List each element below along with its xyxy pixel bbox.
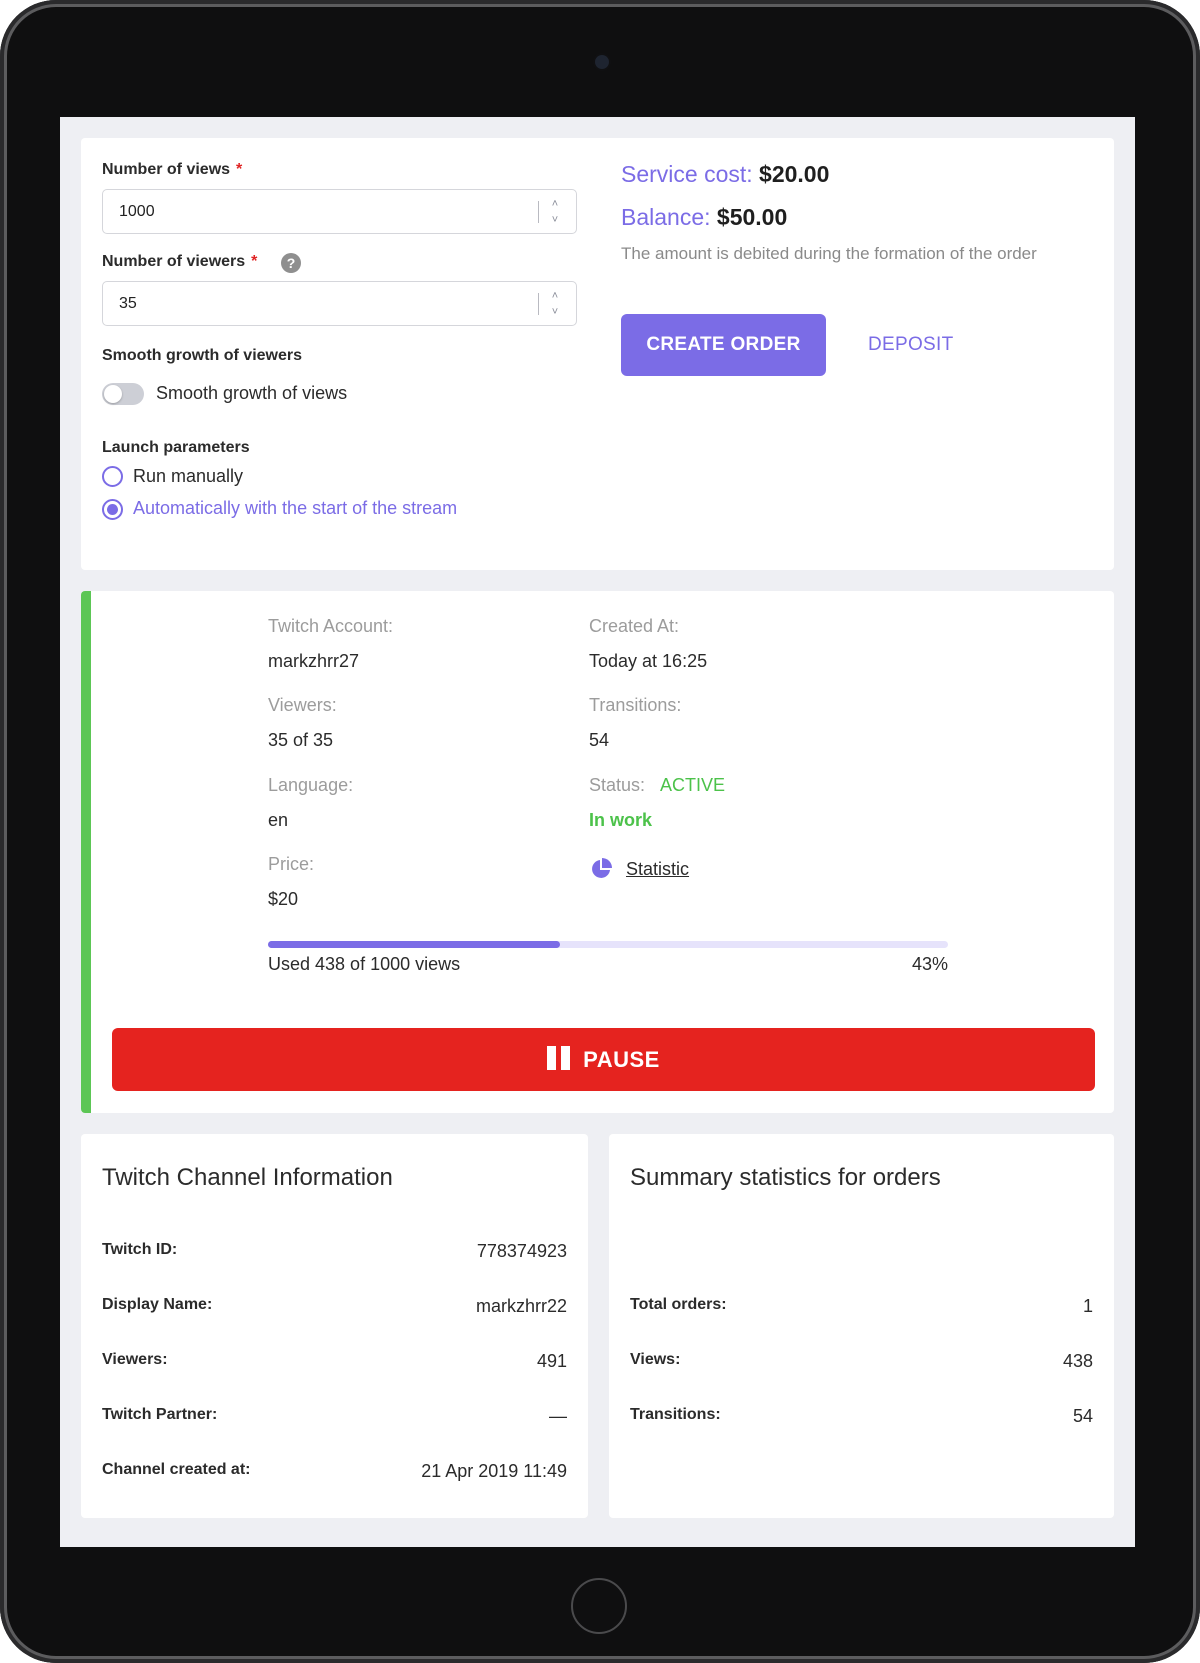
required-mark: * (251, 253, 258, 270)
progress-percent: 43% (911, 954, 948, 974)
smooth-growth-toggle[interactable] (102, 383, 144, 405)
smooth-growth-label: Smooth growth of viewers (102, 347, 303, 364)
views-progress-bar (268, 941, 948, 948)
stats-value: 54 (1072, 1406, 1093, 1426)
views-spinner[interactable]: ˄ ˅ (548, 196, 562, 228)
chevron-down-icon[interactable]: ˅ (548, 304, 562, 320)
info-row: Viewers: 491 (102, 1351, 567, 1375)
info-value: 778374923 (476, 1241, 567, 1261)
viewers-value: 35 of 35 (268, 730, 334, 750)
account-value: markzhrr27 (268, 651, 360, 671)
info-key: Twitch Partner: (102, 1406, 218, 1423)
views-input-value: 1000 (119, 203, 155, 220)
created-value: Today at 16:25 (589, 651, 708, 671)
chevron-up-icon[interactable]: ˄ (548, 196, 562, 212)
channel-info-title: Twitch Channel Information (102, 1164, 393, 1191)
pause-button[interactable]: PAUSE (112, 1028, 1095, 1091)
balance-label: Balance: (621, 204, 711, 230)
stats-value: 438 (1062, 1351, 1093, 1371)
tablet-frame: Number of views * 1000 ˄ ˅ Number of view… (0, 0, 1200, 1663)
pause-icon (547, 1046, 571, 1070)
service-cost-value: $20.00 (759, 161, 830, 187)
home-button[interactable] (571, 1578, 627, 1634)
order-stats-card: Summary statistics for orders Total orde… (609, 1134, 1114, 1518)
camera-icon (595, 55, 609, 69)
status-label: Status: (589, 775, 646, 795)
status-badge: ACTIVE (660, 775, 726, 795)
created-label: Created At: (589, 616, 680, 636)
progress-text: Used 438 of 1000 views (268, 954, 461, 974)
toggle-knob (104, 385, 122, 403)
deposit-button[interactable]: DEPOSIT (868, 334, 954, 356)
viewers-label: Number of viewers * (102, 253, 257, 271)
balance: Balance: $50.00 (621, 204, 787, 231)
info-key: Viewers: (102, 1351, 168, 1368)
stats-row: Views: 438 (630, 1351, 1093, 1375)
info-value: 491 (536, 1351, 567, 1371)
chevron-down-icon[interactable]: ˅ (548, 212, 562, 228)
language-label: Language: (268, 775, 354, 795)
stats-value: 1 (1082, 1296, 1093, 1316)
channel-info-card: Twitch Channel Information Twitch ID: 77… (81, 1134, 588, 1518)
language-value: en (268, 810, 289, 830)
service-cost-label: Service cost: (621, 161, 753, 187)
transitions-label: Transitions: (589, 695, 682, 715)
price-label: Price: (268, 854, 315, 874)
radio-auto-start-label[interactable]: Automatically with the start of the stre… (133, 498, 457, 519)
active-order-card: Twitch Account: markzhrr27 Viewers: 35 o… (81, 591, 1114, 1113)
chevron-up-icon[interactable]: ˄ (548, 288, 562, 304)
radio-auto-start[interactable] (102, 499, 123, 520)
status-accent-bar (81, 591, 91, 1113)
info-value: 21 Apr 2019 11:49 (421, 1461, 567, 1481)
info-value: — (549, 1406, 567, 1426)
order-form-card: Number of views * 1000 ˄ ˅ Number of view… (81, 138, 1114, 570)
info-row: Display Name: markzhrr22 (102, 1296, 567, 1320)
question-circle-icon[interactable]: ? (281, 253, 301, 273)
price-value: $20 (268, 889, 299, 909)
status-detail: In work (589, 810, 653, 830)
viewers-label: Viewers: (268, 695, 337, 715)
radio-run-manually[interactable] (102, 466, 123, 487)
stats-key: Transitions: (630, 1406, 721, 1423)
info-key: Display Name: (102, 1296, 213, 1313)
radio-run-manually-label[interactable]: Run manually (133, 466, 243, 487)
account-label: Twitch Account: (268, 616, 394, 636)
transitions-value: 54 (589, 730, 610, 750)
info-row: Channel created at: 21 Apr 2019 11:49 (102, 1461, 567, 1485)
views-progress-fill (268, 941, 561, 948)
input-separator (538, 201, 539, 223)
views-input[interactable]: 1000 ˄ ˅ (102, 189, 577, 234)
required-mark: * (236, 161, 243, 178)
viewers-input[interactable]: 35 ˄ ˅ (102, 281, 577, 326)
viewers-spinner[interactable]: ˄ ˅ (548, 288, 562, 320)
debit-note: The amount is debited during the formati… (621, 244, 1037, 263)
stats-key: Views: (630, 1351, 681, 1368)
info-key: Twitch ID: (102, 1241, 178, 1258)
service-cost: Service cost: $20.00 (621, 161, 829, 188)
launch-parameters-label: Launch parameters (102, 439, 250, 456)
input-separator (538, 293, 539, 315)
views-label: Number of views * (102, 161, 242, 179)
pause-button-label: PAUSE (583, 1047, 660, 1072)
info-key: Channel created at: (102, 1461, 251, 1478)
stats-key: Total orders: (630, 1296, 727, 1313)
create-order-button[interactable]: CREATE ORDER (621, 314, 826, 376)
viewers-input-value: 35 (119, 295, 137, 312)
pie-chart-icon[interactable] (589, 857, 613, 881)
info-value: markzhrr22 (475, 1296, 567, 1316)
smooth-growth-toggle-label[interactable]: Smooth growth of views (156, 383, 347, 404)
info-row: Twitch ID: 778374923 (102, 1241, 567, 1265)
stats-row: Total orders: 1 (630, 1296, 1093, 1320)
stats-row: Transitions: 54 (630, 1406, 1093, 1430)
balance-value: $50.00 (716, 204, 788, 230)
statistic-link[interactable]: Statistic (626, 859, 689, 880)
info-row: Twitch Partner: — (102, 1406, 567, 1430)
viewers-label-text: Number of viewers (102, 253, 246, 270)
screen: Number of views * 1000 ˄ ˅ Number of view… (60, 117, 1135, 1547)
views-label-text: Number of views (102, 161, 231, 178)
order-stats-title: Summary statistics for orders (630, 1164, 941, 1191)
